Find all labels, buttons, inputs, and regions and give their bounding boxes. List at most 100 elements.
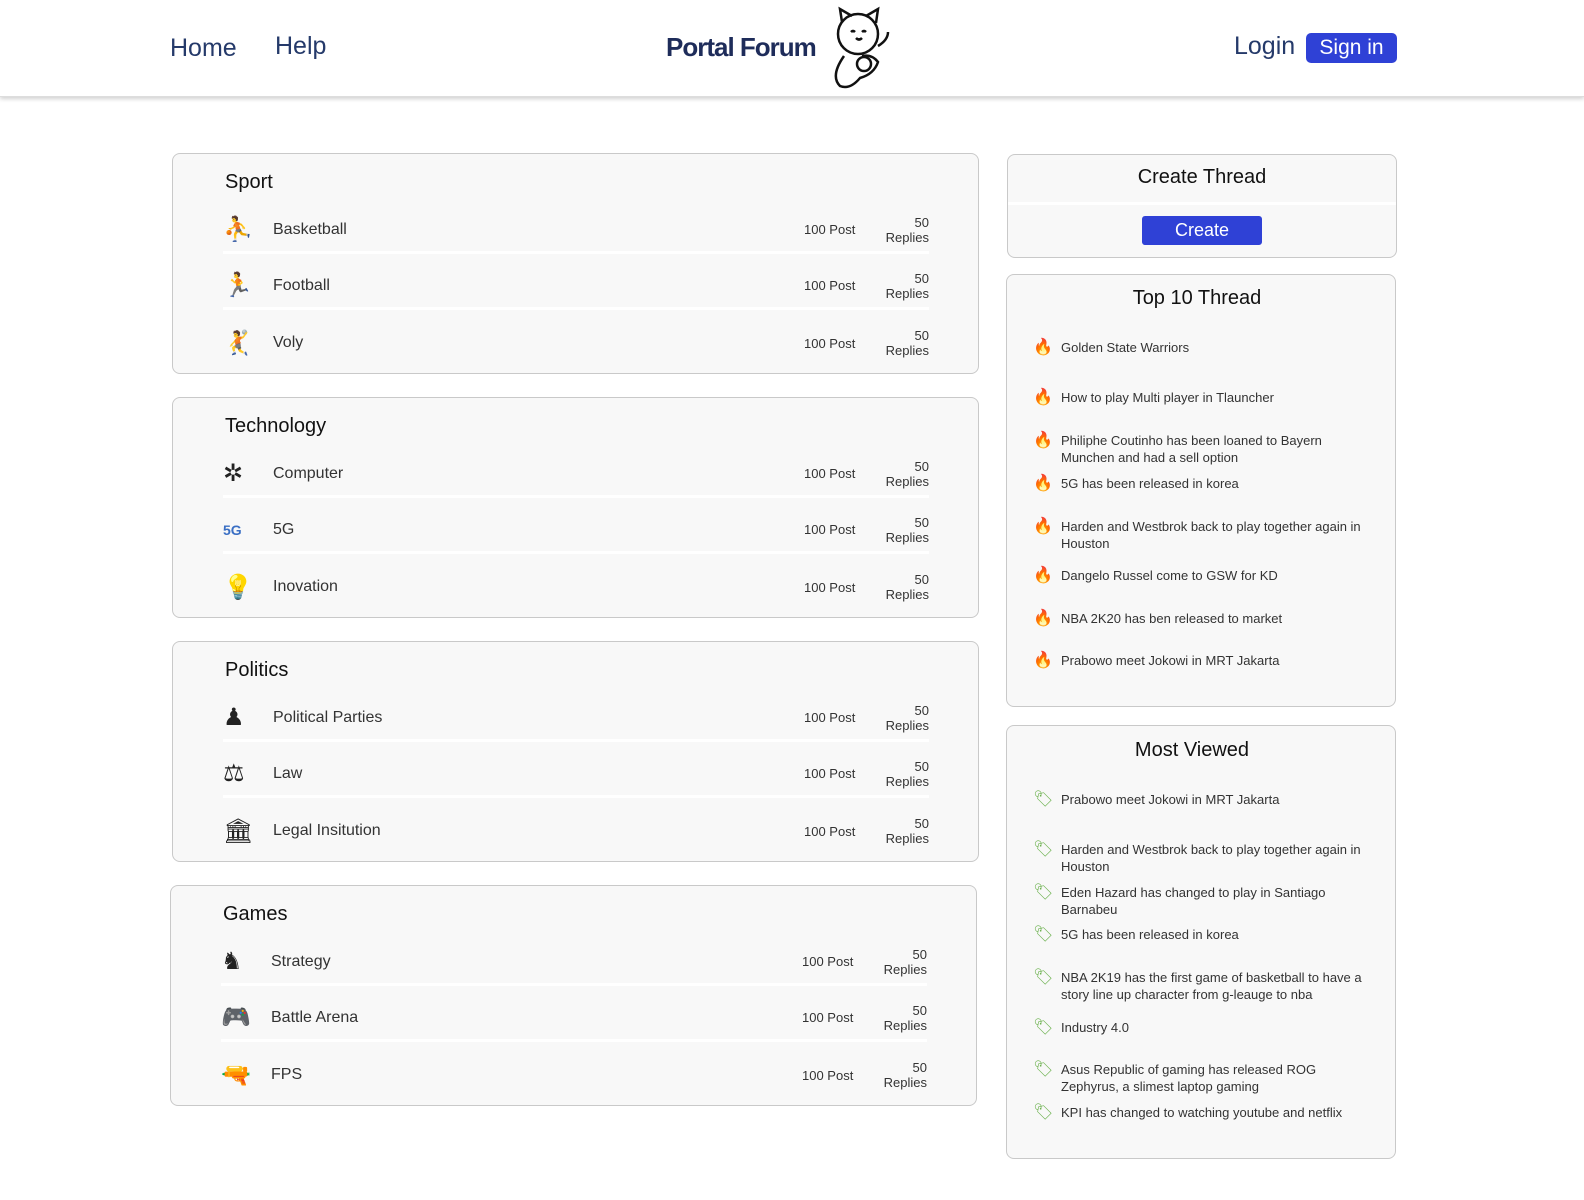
forum-name[interactable]: Basketball (273, 221, 804, 239)
fire-icon: 🔥 (1033, 475, 1053, 492)
post-count: 100 Post (802, 1067, 854, 1083)
thread-title[interactable]: Prabowo meet Jokowi in MRT Jakarta (1061, 652, 1279, 669)
forum-name[interactable]: Battle Arena (271, 1009, 802, 1027)
forum-row[interactable]: ⛹ Basketball 100 Post 50 Replies (223, 208, 929, 254)
top-navbar: Home Help Portal Forum Login Sign in (0, 0, 1584, 97)
category-title: Sport (225, 171, 273, 193)
forum-name[interactable]: FPS (271, 1066, 802, 1084)
top-thread-item[interactable]: 🔥 Philiphe Coutinho has been loaned to Ba… (1033, 432, 1373, 466)
forum-name[interactable]: Football (273, 277, 804, 295)
forum-name[interactable]: 5G (273, 521, 804, 539)
top10-card: Top 10 Thread 🔥 Golden State Warriors 🔥 How… (1006, 274, 1396, 707)
forum-name[interactable]: Strategy (271, 953, 802, 971)
forum-row[interactable]: ♞ Strategy 100 Post 50 Replies (221, 940, 927, 986)
post-count: 100 Post (802, 954, 854, 969)
thread-title[interactable]: Harden and Westbrok back to play togethe… (1061, 518, 1373, 552)
forum-row[interactable]: ♟ Political Parties 100 Post 50 Replies (223, 696, 929, 742)
create-thread-button[interactable]: Create (1142, 216, 1262, 245)
forum-name[interactable]: Political Parties (273, 709, 804, 727)
nav-home-link[interactable]: Home (170, 34, 237, 63)
fire-icon: 🔥 (1033, 432, 1053, 449)
top-thread-item[interactable]: 🔥 Prabowo meet Jokowi in MRT Jakarta (1033, 652, 1373, 669)
thread-title[interactable]: KPI has changed to watching youtube and … (1061, 1104, 1342, 1121)
volleyball-player-icon: 🤾 (223, 329, 253, 357)
fire-icon: 🔥 (1033, 518, 1053, 535)
most-viewed-item[interactable]: 🏷 Prabowo meet Jokowi in MRT Jakarta (1033, 791, 1373, 808)
reply-count: 50 Replies (885, 458, 929, 489)
forum-row[interactable]: 🎮 Battle Arena 100 Post 50 Replies (221, 996, 927, 1042)
building-icon: 🏛 (223, 817, 254, 845)
post-count: 100 Post (804, 222, 856, 237)
thread-title[interactable]: Eden Hazard has changed to play in Santi… (1061, 884, 1373, 918)
forum-name[interactable]: Inovation (273, 578, 804, 596)
create-thread-title: Create Thread (1008, 155, 1396, 205)
reply-count: 50 Replies (885, 514, 929, 545)
thread-title[interactable]: Prabowo meet Jokowi in MRT Jakarta (1061, 791, 1279, 808)
gamepad-icon: 🎮 (221, 1004, 251, 1031)
forum-row[interactable]: 5G 5G 100 Post 50 Replies (223, 508, 929, 554)
most-viewed-item[interactable]: 🏷 KPI has changed to watching youtube and… (1033, 1104, 1373, 1121)
reply-count: 50 Replies (885, 572, 929, 602)
top-thread-item[interactable]: 🔥 Harden and Westbrok back to play togeth… (1033, 518, 1373, 552)
top-thread-item[interactable]: 🔥 Golden State Warriors (1033, 339, 1373, 356)
tag-icon: 🏷 (1033, 791, 1054, 808)
nav-login-link[interactable]: Login (1234, 32, 1295, 61)
fire-icon: 🔥 (1033, 339, 1053, 356)
most-viewed-item[interactable]: 🏷 NBA 2K19 has the first game of basketba… (1033, 969, 1373, 1003)
fire-icon: 🔥 (1033, 610, 1053, 627)
chess-knight-icon: ♞ (221, 948, 243, 975)
forum-row[interactable]: 🏃 Football 100 Post 50 Replies (223, 264, 929, 310)
category-card-technology: Technology ✲ Computer 100 Post 50 Replie… (172, 397, 979, 618)
reply-count: 50 Replies (885, 270, 929, 301)
most-viewed-item[interactable]: 🏷 Eden Hazard has changed to play in Sant… (1033, 884, 1373, 918)
reply-count: 50 Replies (885, 702, 929, 733)
thread-title[interactable]: Golden State Warriors (1061, 339, 1189, 356)
thread-title[interactable]: 5G has been released in korea (1061, 475, 1239, 492)
tag-icon: 🏷 (1033, 1104, 1054, 1121)
forum-name[interactable]: Computer (273, 465, 804, 483)
forum-row[interactable]: 🔫 FPS 100 Post 50 Replies (221, 1052, 927, 1098)
basketball-player-icon: ⛹ (223, 216, 253, 243)
category-title: Politics (225, 659, 289, 681)
crowd-icon: ♟ (223, 704, 245, 731)
tag-icon: 🏷 (1033, 884, 1054, 901)
category-title: Technology (225, 415, 327, 437)
most-viewed-item[interactable]: 🏷 Asus Republic of gaming has released RO… (1033, 1061, 1373, 1095)
sign-in-button[interactable]: Sign in (1306, 33, 1397, 63)
forum-row[interactable]: ✲ Computer 100 Post 50 Replies (223, 452, 929, 498)
reply-count: 50 Replies (885, 816, 929, 846)
top-thread-item[interactable]: 🔥 5G has been released in korea (1033, 475, 1373, 492)
most-viewed-item[interactable]: 🏷 Industry 4.0 (1033, 1019, 1373, 1036)
forum-name[interactable]: Legal Insitution (273, 822, 804, 840)
thread-title[interactable]: NBA 2K20 has ben released to market (1061, 610, 1282, 627)
forum-row[interactable]: ⚖ Law 100 Post 50 Replies (223, 752, 929, 798)
top-thread-item[interactable]: 🔥 NBA 2K20 has ben released to market (1033, 610, 1373, 627)
top-thread-item[interactable]: 🔥 How to play Multi player in Tlauncher (1033, 389, 1373, 406)
thread-title[interactable]: Harden and Westbrok back to play togethe… (1061, 841, 1373, 875)
thread-title[interactable]: Industry 4.0 (1061, 1019, 1129, 1036)
thread-title[interactable]: Philiphe Coutinho has been loaned to Bay… (1061, 432, 1373, 466)
tag-icon: 🏷 (1033, 1061, 1054, 1078)
reply-count: 50 Replies (885, 214, 929, 245)
thread-title[interactable]: Dangelo Russel come to GSW for KD (1061, 567, 1278, 584)
thread-title[interactable]: How to play Multi player in Tlauncher (1061, 389, 1274, 406)
reply-count: 50 Replies (883, 946, 927, 977)
forum-row[interactable]: 🏛 Legal Insitution 100 Post 50 Replies (223, 808, 929, 854)
thread-title[interactable]: NBA 2K19 has the first game of basketbal… (1061, 969, 1373, 1003)
cat-logo-icon (834, 6, 890, 89)
post-count: 100 Post (804, 766, 856, 781)
forum-row[interactable]: 💡 Inovation 100 Post 50 Replies (223, 564, 929, 610)
reply-count: 50 Replies (885, 758, 929, 789)
top-thread-item[interactable]: 🔥 Dangelo Russel come to GSW for KD (1033, 567, 1373, 584)
thread-title[interactable]: Asus Republic of gaming has released ROG… (1061, 1061, 1373, 1095)
thread-title[interactable]: 5G has been released in korea (1061, 926, 1239, 943)
forum-row[interactable]: 🤾 Voly 100 Post 50 Replies (223, 320, 929, 366)
gun-icon: 🔫 (221, 1061, 251, 1089)
forum-name[interactable]: Law (273, 765, 804, 783)
most-viewed-item[interactable]: 🏷 Harden and Westbrok back to play togeth… (1033, 841, 1373, 875)
forum-name[interactable]: Voly (273, 334, 804, 352)
post-count: 100 Post (804, 335, 856, 351)
nav-help-link[interactable]: Help (275, 32, 326, 61)
most-viewed-item[interactable]: 🏷 5G has been released in korea (1033, 926, 1373, 943)
tag-icon: 🏷 (1033, 926, 1054, 943)
